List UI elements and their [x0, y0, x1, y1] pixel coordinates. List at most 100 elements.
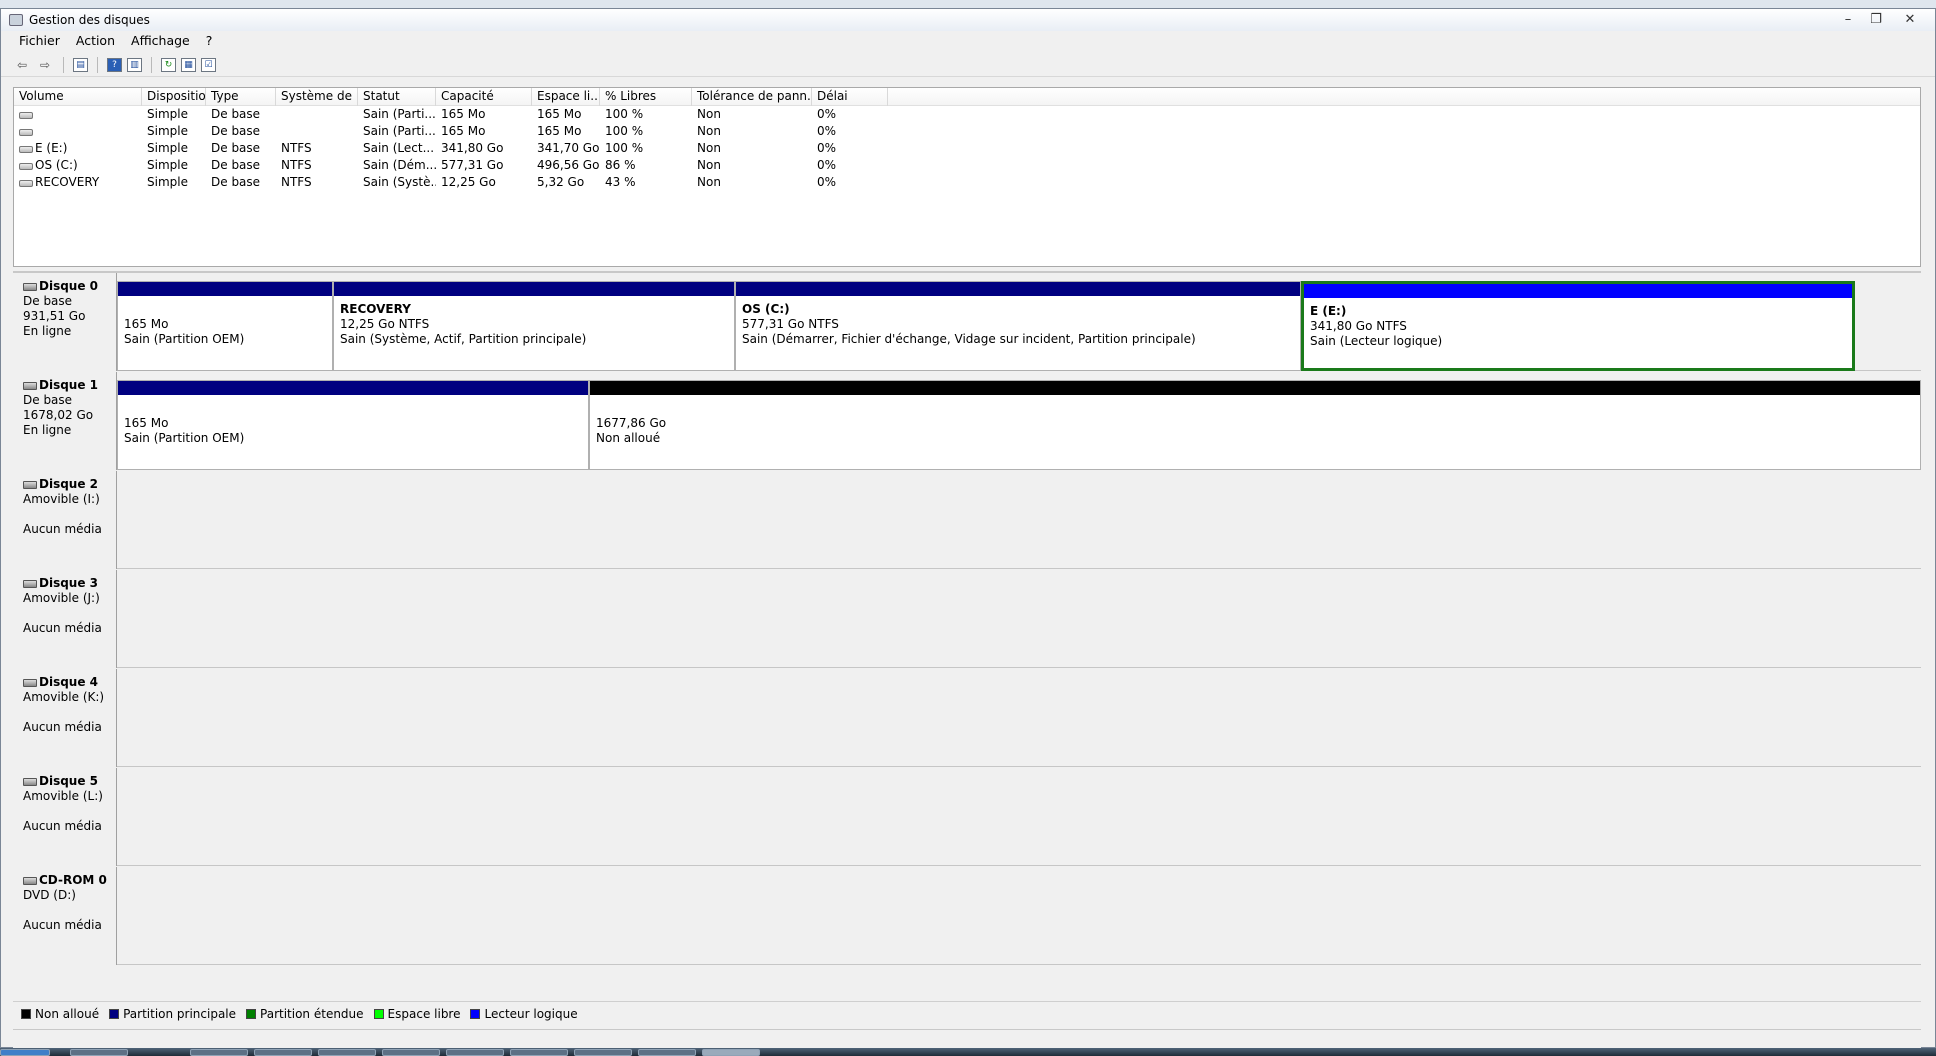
column-header-percent-free[interactable]: % Libres: [600, 87, 692, 106]
title-bar[interactable]: Gestion des disques – ❐ ✕: [1, 9, 1935, 31]
menu-help[interactable]: ?: [198, 31, 221, 51]
console-tree-icon[interactable]: ▤: [73, 57, 88, 72]
partition-block[interactable]: 1677,86 Go Non alloué: [589, 380, 1921, 470]
volume-row[interactable]: RECOVERY Simple De base NTFS Sain (Systè... 1…: [14, 174, 1920, 191]
taskbar-button[interactable]: [510, 1049, 568, 1056]
column-header-free-space[interactable]: Espace li...: [532, 87, 600, 106]
disk-label[interactable]: Disque 0 De base 931,51 Go En ligne: [13, 273, 117, 371]
taskbar-button[interactable]: [574, 1049, 632, 1056]
cell-fault-tolerance: Non: [697, 175, 721, 189]
partition-size: 165 Mo: [124, 317, 169, 331]
disk-line3: Aucun média: [23, 819, 102, 833]
legend-swatch: [109, 1008, 120, 1019]
partition-text: 165 Mo Sain (Partition OEM): [124, 302, 244, 347]
partition-size: 165 Mo: [124, 416, 169, 430]
partition-block[interactable]: 165 Mo Sain (Partition OEM): [117, 281, 333, 371]
disk-label[interactable]: Disque 3 Amovible (J:) Aucun média: [13, 570, 117, 668]
cell-type: De base: [211, 124, 261, 138]
partition-block[interactable]: E (E:) 341,80 Go NTFS Sain (Lecteur logiqu…: [1301, 281, 1855, 371]
partition-block[interactable]: 165 Mo Sain (Partition OEM): [117, 380, 589, 470]
menu-bar: Fichier Action Affichage ?: [1, 31, 1935, 51]
help-icon[interactable]: ?: [107, 57, 122, 72]
disk-label[interactable]: Disque 5 Amovible (L:) Aucun média: [13, 768, 117, 866]
taskbar-button[interactable]: [446, 1049, 504, 1056]
disk-label[interactable]: Disque 1 De base 1678,02 Go En ligne: [13, 372, 117, 470]
status-bar: [13, 1029, 1921, 1049]
column-header-overhead[interactable]: Délai: [812, 87, 888, 106]
cell-percent-free: 100 %: [605, 107, 644, 121]
cell-disposition: Simple: [147, 141, 188, 155]
disk-label[interactable]: CD-ROM 0 DVD (D:) Aucun média: [13, 867, 117, 965]
partition-size: 12,25 Go NTFS: [340, 317, 430, 331]
start-button[interactable]: [0, 1049, 50, 1056]
disk-line1: Amovible (L:): [23, 789, 103, 803]
rescan-icon[interactable]: ▦: [181, 57, 196, 72]
partition-text: OS (C:) 577,31 Go NTFS Sain (Démarrer, Fic…: [742, 302, 1196, 347]
taskbar-button[interactable]: [318, 1049, 376, 1056]
disk-line1: De base: [23, 393, 73, 407]
disk-name: Disque 1: [23, 378, 116, 393]
disk-name: Disque 4: [23, 675, 116, 690]
column-header-volume[interactable]: Volume: [14, 87, 142, 106]
cell-free-space: 165 Mo: [537, 124, 582, 138]
column-header-disposition[interactable]: Disposition: [142, 87, 206, 106]
legend-item: Non alloué: [21, 1007, 99, 1021]
disk-row: Disque 5 Amovible (L:) Aucun média: [13, 768, 1921, 866]
disk-line2: [23, 903, 116, 918]
back-icon[interactable]: ⇦: [13, 56, 31, 74]
taskbar-button[interactable]: [190, 1049, 248, 1056]
disk-name-text: Disque 0: [39, 279, 99, 293]
disk-label[interactable]: Disque 2 Amovible (I:) Aucun média: [13, 471, 117, 569]
partition-block[interactable]: RECOVERY 12,25 Go NTFS Sain (Système, Acti…: [333, 281, 735, 371]
maximize-button[interactable]: ❐: [1863, 10, 1889, 28]
menu-affichage[interactable]: Affichage: [123, 31, 198, 51]
cell-capacity: 165 Mo: [441, 107, 486, 121]
settings-icon[interactable]: ☑: [201, 57, 216, 72]
column-header-fault-tolerance[interactable]: Tolérance de pann...: [692, 87, 812, 106]
column-header-type[interactable]: Type: [206, 87, 276, 106]
partition-name: [124, 302, 244, 317]
partition-type-bar: [1304, 284, 1852, 298]
forward-icon[interactable]: ⇨: [36, 56, 54, 74]
taskbar-button[interactable]: [70, 1049, 128, 1056]
volume-row[interactable]: OS (C:) Simple De base NTFS Sain (Dém... 577,…: [14, 157, 1920, 174]
cell-free-space: 496,56 Go: [537, 158, 600, 172]
partition-block[interactable]: OS (C:) 577,31 Go NTFS Sain (Démarrer, Fic…: [735, 281, 1301, 371]
menu-action[interactable]: Action: [68, 31, 123, 51]
volume-row[interactable]: E (E:) Simple De base NTFS Sain (Lect... 341,…: [14, 140, 1920, 157]
minimize-button[interactable]: –: [1835, 10, 1861, 28]
legend-swatch: [246, 1008, 257, 1019]
cell-capacity: 12,25 Go: [441, 175, 496, 189]
volume-row[interactable]: Simple De base Sain (Parti... 165 Mo 165 Mo 1…: [14, 106, 1920, 123]
partition-text: RECOVERY 12,25 Go NTFS Sain (Système, Acti…: [340, 302, 586, 347]
taskbar-button[interactable]: [254, 1049, 312, 1056]
volume-icon: [19, 163, 33, 170]
refresh-icon[interactable]: ↻: [161, 57, 176, 72]
disk-name: Disque 3: [23, 576, 116, 591]
column-header-status[interactable]: Statut: [358, 87, 436, 106]
taskbar-button[interactable]: [638, 1049, 696, 1056]
volume-icon: [19, 129, 33, 136]
taskbar-button-active[interactable]: [702, 1049, 760, 1056]
taskbar-button[interactable]: [382, 1049, 440, 1056]
disk-line1: Amovible (K:): [23, 690, 105, 704]
volume-icon: [19, 112, 33, 119]
volume-name: RECOVERY: [35, 175, 100, 189]
menu-fichier[interactable]: Fichier: [11, 31, 68, 51]
volume-row[interactable]: Simple De base Sain (Parti... 165 Mo 165 Mo 1…: [14, 123, 1920, 140]
cell-fault-tolerance: Non: [697, 158, 721, 172]
partition-name: RECOVERY: [340, 302, 411, 316]
volume-list-header: Volume Disposition Type Système de ... S…: [14, 87, 1920, 106]
legend-label: Non alloué: [35, 1006, 100, 1021]
properties-icon[interactable]: ▥: [127, 57, 142, 72]
close-button[interactable]: ✕: [1897, 10, 1923, 28]
disk-name: Disque 2: [23, 477, 116, 492]
disk-label[interactable]: Disque 4 Amovible (K:) Aucun média: [13, 669, 117, 767]
partition-type-bar: [334, 282, 734, 296]
column-header-capacity[interactable]: Capacité: [436, 87, 532, 106]
cell-capacity: 165 Mo: [441, 124, 486, 138]
column-header-filesystem[interactable]: Système de ...: [276, 87, 358, 106]
disk-line3: En ligne: [23, 324, 72, 338]
disk-name-text: Disque 2: [39, 477, 99, 491]
volume-list[interactable]: Volume Disposition Type Système de ... S…: [13, 87, 1921, 267]
